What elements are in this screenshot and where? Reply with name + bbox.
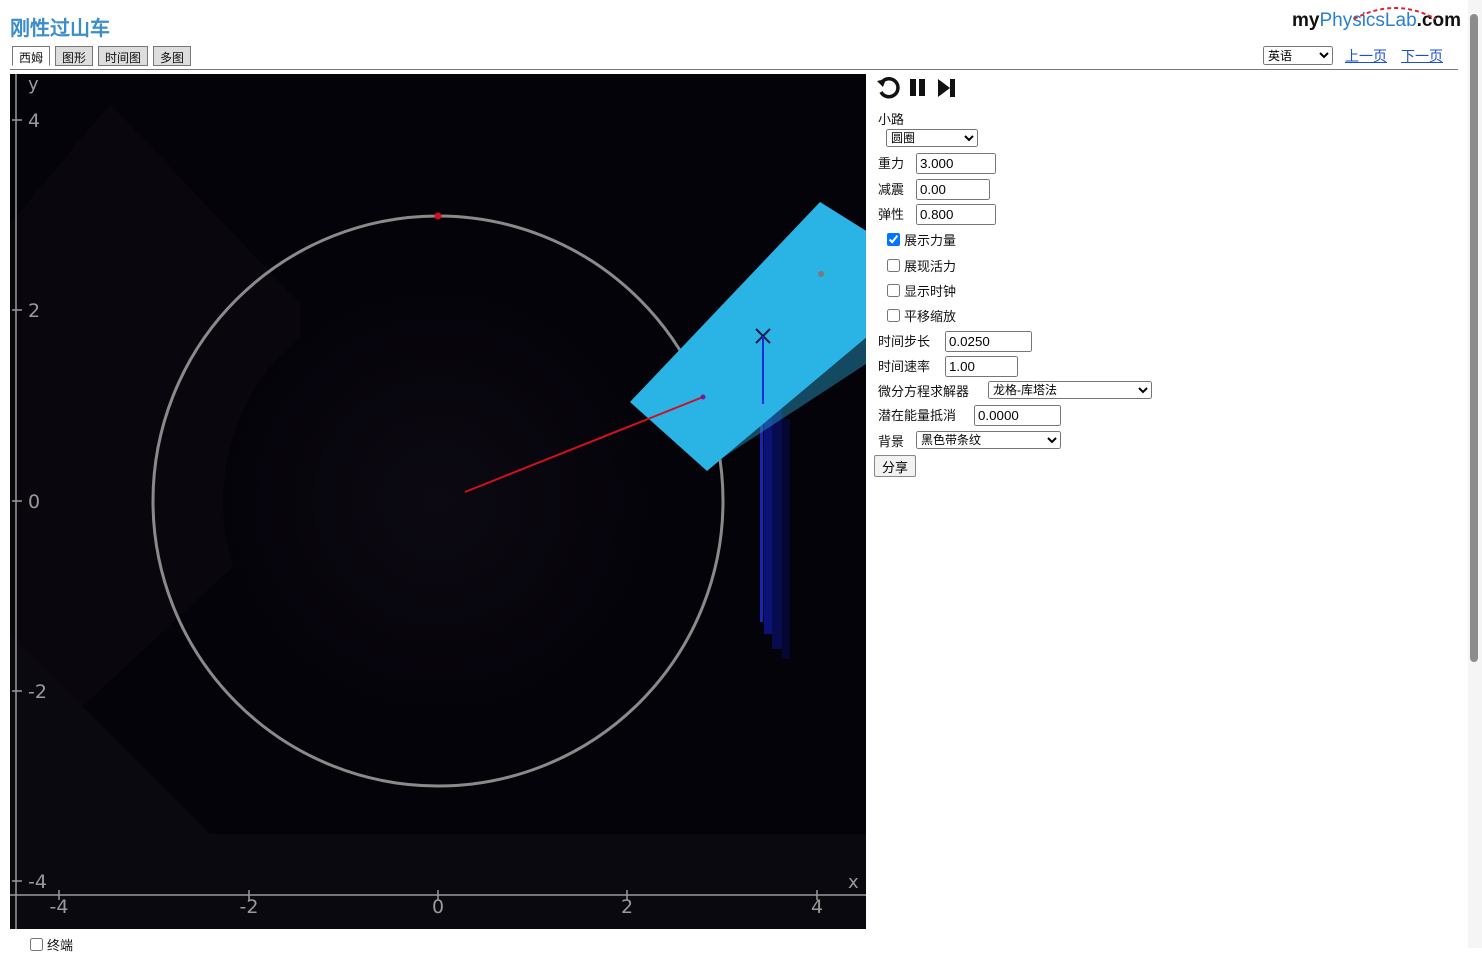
x-tick-label: 4 (811, 896, 823, 918)
elasticity-input[interactable] (916, 204, 996, 225)
rigid-block (630, 202, 866, 471)
time-rate-input[interactable] (945, 356, 1018, 377)
path-select[interactable]: 圆圈 (886, 129, 978, 147)
x-tick-label: -4 (50, 896, 69, 918)
damping-input[interactable] (916, 179, 990, 200)
terminal-checkbox[interactable] (30, 938, 43, 951)
time-step-input[interactable] (945, 331, 1032, 352)
tab-bar: 西姆 图形 时间图 多图 (12, 46, 192, 66)
gravity-input[interactable] (916, 153, 996, 174)
next-page-link[interactable]: 下一页 (1401, 46, 1443, 66)
show-clock-checkbox[interactable] (887, 284, 900, 297)
solver-select[interactable]: 龙格-库塔法 (988, 381, 1152, 399)
y-tick-label: 2 (28, 300, 40, 322)
background-halo (223, 286, 653, 716)
track-start-marker (434, 212, 442, 220)
time-rate-label: 时间速率 (878, 360, 931, 375)
tab-sim[interactable]: 西姆 (12, 46, 51, 66)
terminal-option[interactable]: 终端 (30, 935, 73, 954)
damping-label: 减震 (878, 183, 905, 198)
pe-offset-input[interactable] (974, 405, 1061, 426)
spring-attach-point (700, 394, 706, 400)
block-reference-dot (818, 271, 824, 277)
x-tick-label: 0 (432, 896, 444, 918)
prev-page-link[interactable]: 上一页 (1345, 46, 1387, 66)
gravity-label: 重力 (878, 157, 905, 172)
background-label: 背景 (878, 435, 905, 450)
tab-multi-graph[interactable]: 多图 (153, 46, 192, 66)
tab-graph[interactable]: 图形 (55, 46, 94, 66)
time-step-label: 时间步长 (878, 335, 931, 350)
tab-divider (10, 69, 1458, 70)
tab-time-graph[interactable]: 时间图 (98, 46, 149, 66)
y-tick-label: -2 (28, 681, 47, 703)
pan-zoom-checkbox[interactable] (887, 309, 900, 322)
force-vector-trail (760, 402, 790, 659)
simulation-canvas[interactable]: 4 2 0 -2 -4 -4 -2 0 2 4 y x (10, 74, 866, 929)
pe-offset-label: 潜在能量抵消 (878, 409, 957, 424)
x-tick-label: 2 (621, 896, 633, 918)
pan-zoom-option[interactable]: 平移缩放 (887, 306, 956, 325)
simulation-graph: 4 2 0 -2 -4 -4 -2 0 2 4 y x (10, 74, 866, 929)
share-button[interactable]: 分享 (874, 455, 916, 477)
page-title: 刚性过山车 (10, 16, 110, 40)
y-tick-label: -4 (28, 871, 47, 893)
background-select[interactable]: 黑色带条纹 (916, 431, 1061, 449)
x-tick-label: -2 (240, 896, 259, 918)
logo-arc-icon (1353, 7, 1437, 20)
solver-label: 微分方程求解器 (878, 385, 970, 400)
x-axis-label: x (848, 872, 859, 893)
language-select[interactable]: 英语 (1263, 46, 1333, 65)
path-label: 小路 (878, 113, 905, 128)
show-clock-option[interactable]: 显示时钟 (887, 281, 956, 300)
y-axis-label: y (28, 74, 39, 95)
elasticity-label: 弹性 (878, 208, 905, 223)
step-icon[interactable] (936, 76, 958, 100)
scrollbar-thumb[interactable] (1470, 14, 1478, 662)
show-forces-checkbox[interactable] (887, 233, 900, 246)
playback-controls (876, 76, 958, 100)
y-tick-label: 4 (28, 110, 40, 132)
reset-icon[interactable] (876, 76, 900, 100)
show-energy-option[interactable]: 展现活力 (887, 256, 956, 275)
pause-icon[interactable] (908, 76, 928, 100)
show-energy-checkbox[interactable] (887, 259, 900, 272)
y-tick-label: 0 (28, 491, 40, 513)
show-forces-option[interactable]: 展示力量 (887, 230, 956, 249)
